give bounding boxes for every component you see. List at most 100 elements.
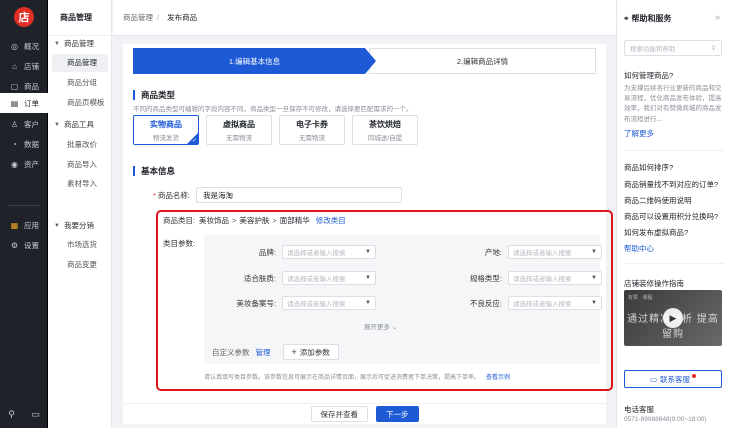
phone-number: 0571-89988848(9:00~18:00) [624,416,707,423]
guide-video[interactable]: 有赞 · 课程 通过精准分析 提高留购 ▶ [624,290,722,346]
type-option-virtual[interactable]: 虚拟商品 无需物流 [206,115,272,145]
type-sub: 无需物流 [226,134,252,142]
add-param-button[interactable]: + 添加参数 [282,344,339,360]
search-icon: ⚲ [711,45,716,52]
type-sub: 物流发货 [153,134,179,142]
spec-type-select[interactable]: 请选择或者输入搜索 ▼ [508,271,602,285]
sidebar-item-goods-manage[interactable]: 商品管理 [52,54,108,72]
sidebar-item-page-template[interactable]: 商品页模板 [52,94,108,112]
app-window: 店 ◎ 概况 ⌂ 店铺 ▢ 商品 ▤ 订单 ♙ 客户 ◔ 数据 ◉ 资产 ▦ 应用 ⚙ 设置 ⚲ … [0,0,730,428]
store-icon: ⌂ [12,61,17,71]
nav-label: 数据 [24,139,39,149]
sidebar-title: 商品管理 [48,0,111,36]
select-placeholder: 请选择或者输入搜索 [287,276,346,283]
type-name: 茶饮烘焙 [369,119,401,129]
step-1[interactable]: 1.编辑基本信息 [133,48,376,74]
breadcrumb-current: 发布商品 [167,13,198,22]
search-icon[interactable]: ⚲ [8,409,15,420]
caret-down-icon: ▼ [591,300,597,306]
caret-down-icon: ▼ [365,249,371,255]
next-step-button[interactable]: 下一步 [376,406,419,422]
sidebar-item-goods-group[interactable]: 商品分组 [52,74,108,92]
product-type-description: 不同的商品类型可编辑的字段内容不同，商品类型一旦保存不可修改，请选择要匹配需求的… [133,106,413,113]
expand-more-toggle[interactable]: 展开更多 ⌄ [364,321,397,331]
sidebar-group-goods[interactable]: ▼ 商品管理 [54,38,94,49]
faq-item[interactable]: 如何发布虚拟商品? [624,227,688,238]
help-search-input[interactable]: 搜索功能和帮助 ⚲ [624,40,722,56]
nav-overview[interactable]: ◎ 概况 [0,36,48,56]
faq-item[interactable]: 商品二维码使用说明 [624,195,692,206]
button-label: 添加参数 [299,347,330,357]
save-and-view-button[interactable]: 保存并查看 [310,406,368,422]
learn-more-link[interactable]: 了解更多 [624,128,654,139]
nav-customers[interactable]: ♙ 客户 [0,114,48,134]
sidebar-item-import[interactable]: 商品导入 [52,156,108,174]
type-name: 实物商品 [150,119,182,129]
breadcrumb: 商品管理 / 发布商品 [113,0,616,36]
chevron-down-icon: ▼ [54,121,60,128]
search-placeholder: 搜索功能和帮助 [630,46,676,53]
type-option-ecard[interactable]: 电子卡券 无需物流 [279,115,345,145]
nav-label: 设置 [24,240,39,250]
brand-select[interactable]: 请选择或者输入搜索 ▼ [282,245,376,259]
custom-params-label: 自定义参数 [212,347,250,357]
type-sub: 无需物流 [299,134,325,142]
manage-link[interactable]: 管理 [256,347,271,358]
origin-select[interactable]: 请选择或者输入搜索 ▼ [508,245,602,259]
nav-settings[interactable]: ⚙ 设置 [0,235,48,255]
contact-support-button[interactable]: ▭ 联系客服 [624,370,722,388]
main-content: 2.编辑商品详情 1.编辑基本信息 商品类型 不同的商品类型可编辑的字段内容不同… [113,36,616,428]
breadcrumb-parent[interactable]: 商品管理 [123,12,153,23]
sidebar-group-tools[interactable]: ▼ 商品工具 [54,119,94,130]
param-cosmetic-record: 美妆备案号: 请选择或者输入搜索 ▼ [204,296,376,310]
required-mark: * [152,190,156,200]
breadcrumb-separator: / [157,13,160,22]
faq-item[interactable]: 商品可以设置用积分兑换吗? [624,211,718,222]
product-name-input[interactable]: 我是海淘 [196,187,402,203]
type-option-physical[interactable]: 实物商品 物流发货 ✓ [133,115,199,145]
nav-label: 店铺 [24,61,39,71]
nav-store[interactable]: ⌂ 店铺 [0,56,48,76]
cosmetic-record-select[interactable]: 请选择或者输入搜索 ▼ [282,296,376,310]
type-sub: 同城送/自提 [367,134,403,142]
order-icon: ▤ [10,98,19,108]
group-label: 我要分销 [63,221,94,230]
step-label: 2.编辑商品详情 [456,56,509,66]
sidebar-item-material-import[interactable]: 素材导入 [52,175,108,193]
category-level-2: 美容护肤 [239,216,270,225]
asset-icon: ◉ [11,159,18,169]
type-name: 虚拟商品 [223,119,255,129]
nav-assets[interactable]: ◉ 资产 [0,154,48,174]
group-label: 商品管理 [63,39,94,48]
play-icon[interactable]: ▶ [663,308,683,328]
message-icon[interactable]: ▭ [31,409,40,420]
store-logo[interactable]: 店 [14,7,34,27]
help-center-link[interactable]: 帮助中心 [624,243,654,254]
help-question-manage[interactable]: 如何管理商品? [624,70,673,81]
adverse-reaction-select[interactable]: 请选择或者输入搜索 ▼ [508,296,602,310]
faq-item[interactable]: 商品如何排序? [624,162,673,173]
caret-down-icon: ▼ [365,300,371,306]
category-row: 商品类目: 美妆饰品 > 美容护肤 > 面部精华 修改类目 [163,215,346,226]
category-separator: > [232,216,237,225]
select-placeholder: 请选择或者输入搜索 [287,301,346,308]
faq-item[interactable]: 商品销量找不到对应的订单? [624,179,718,190]
sidebar-item-goods-change[interactable]: 商品变更 [52,256,108,274]
collapse-icon[interactable]: » [715,12,720,22]
nav-orders[interactable]: ▤ 订单 [0,93,48,113]
rail-footer: ⚲ ▭ [0,400,48,428]
step-2[interactable]: 2.编辑商品详情 [369,48,596,74]
sidebar-group-distribution[interactable]: ▼ 我要分销 [54,220,94,231]
skin-type-select[interactable]: 请选择或者输入搜索 ▼ [282,271,376,285]
expand-label: 展开更多 [364,324,390,331]
sidebar-item-batch-price[interactable]: 批量改价 [52,136,108,154]
edit-category-link[interactable]: 修改类目 [316,215,346,226]
nav-apps[interactable]: ▦ 应用 [0,215,48,235]
view-example-link[interactable]: 查看示例 [486,375,510,381]
category-params-label: 类目参数: [163,239,196,248]
nav-label: 应用 [24,220,39,230]
params-hint: 请认真填写类目参数。该参数信息可展示在商品详情页面，展示后可促进消费者下单决策，… [204,372,510,381]
sidebar-item-market[interactable]: 市场选货 [52,236,108,254]
type-option-bakery[interactable]: 茶饮烘焙 同城送/自提 [352,115,418,145]
nav-data[interactable]: ◔ 数据 [0,134,48,154]
